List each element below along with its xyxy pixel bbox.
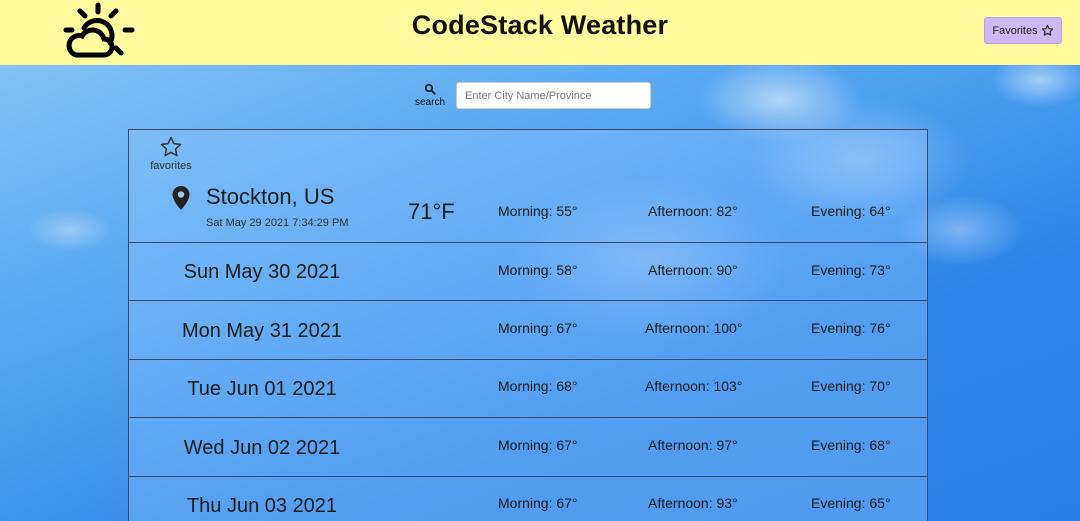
forecast-row: Tue Jun 01 2021 Morning: 68° Afternoon: …: [129, 359, 927, 418]
current-datetime: Sat May 29 2021 7:34:29 PM: [206, 217, 349, 229]
morning-temperature: Morning: 58°: [498, 262, 578, 278]
forecast-row: Thu Jun 03 2021 Morning: 67° Afternoon: …: [129, 476, 927, 521]
search-icon: [424, 83, 436, 95]
search-button[interactable]: search: [411, 83, 449, 113]
city-name: Stockton, US: [206, 184, 335, 209]
forecast-date: Tue Jun 01 2021: [187, 378, 337, 400]
evening-temperature: Evening: 64°: [811, 203, 891, 219]
afternoon-temperature: Afternoon: 97°: [648, 437, 738, 453]
forecast-row: Mon May 31 2021 Morning: 67° Afternoon: …: [129, 301, 927, 360]
current-weather-row: favorites Stockton, US Sat May 29 2021 7…: [129, 130, 927, 243]
morning-temperature: Morning: 55°: [498, 203, 578, 219]
favorites-button-label: Favorites: [992, 24, 1038, 37]
afternoon-temperature: Afternoon: 103°: [645, 378, 743, 394]
app-title: CodeStack Weather: [411, 10, 669, 40]
evening-temperature: Evening: 70°: [811, 378, 891, 394]
evening-temperature: Evening: 68°: [811, 437, 891, 453]
evening-temperature: Evening: 76°: [811, 320, 891, 336]
forecast-panel: favorites Stockton, US Sat May 29 2021 7…: [128, 129, 928, 521]
add-favorite-label: favorites: [150, 160, 192, 172]
star-outline-icon: [160, 136, 182, 157]
search-label: search: [414, 97, 445, 108]
map-pin-icon: [172, 186, 190, 210]
afternoon-temperature: Afternoon: 93°: [648, 495, 738, 511]
afternoon-temperature: Afternoon: 100°: [645, 320, 743, 336]
add-favorite-button[interactable]: favorites: [147, 135, 195, 172]
forecast-date: Thu Jun 03 2021: [186, 495, 338, 517]
morning-temperature: Morning: 67°: [498, 437, 578, 453]
morning-temperature: Morning: 67°: [498, 320, 578, 336]
forecast-date: Wed Jun 02 2021: [183, 437, 341, 459]
star-outline-icon: [1041, 24, 1053, 36]
morning-temperature: Morning: 68°: [498, 378, 578, 394]
forecast-date: Sun May 30 2021: [183, 261, 341, 283]
favorites-button[interactable]: Favorites: [984, 17, 1062, 44]
search-input[interactable]: [456, 82, 651, 109]
afternoon-temperature: Afternoon: 82°: [648, 203, 738, 219]
morning-temperature: Morning: 67°: [498, 495, 578, 511]
forecast-date: Mon May 31 2021: [181, 320, 343, 342]
evening-temperature: Evening: 73°: [811, 262, 891, 278]
current-temperature: 71°F: [408, 199, 455, 224]
app-header: CodeStack Weather Favorites: [0, 0, 1080, 65]
forecast-row: Wed Jun 02 2021 Morning: 67° Afternoon: …: [129, 418, 927, 477]
forecast-row: Sun May 30 2021 Morning: 58° Afternoon: …: [129, 242, 927, 301]
afternoon-temperature: Afternoon: 90°: [648, 262, 738, 278]
evening-temperature: Evening: 65°: [811, 495, 891, 511]
